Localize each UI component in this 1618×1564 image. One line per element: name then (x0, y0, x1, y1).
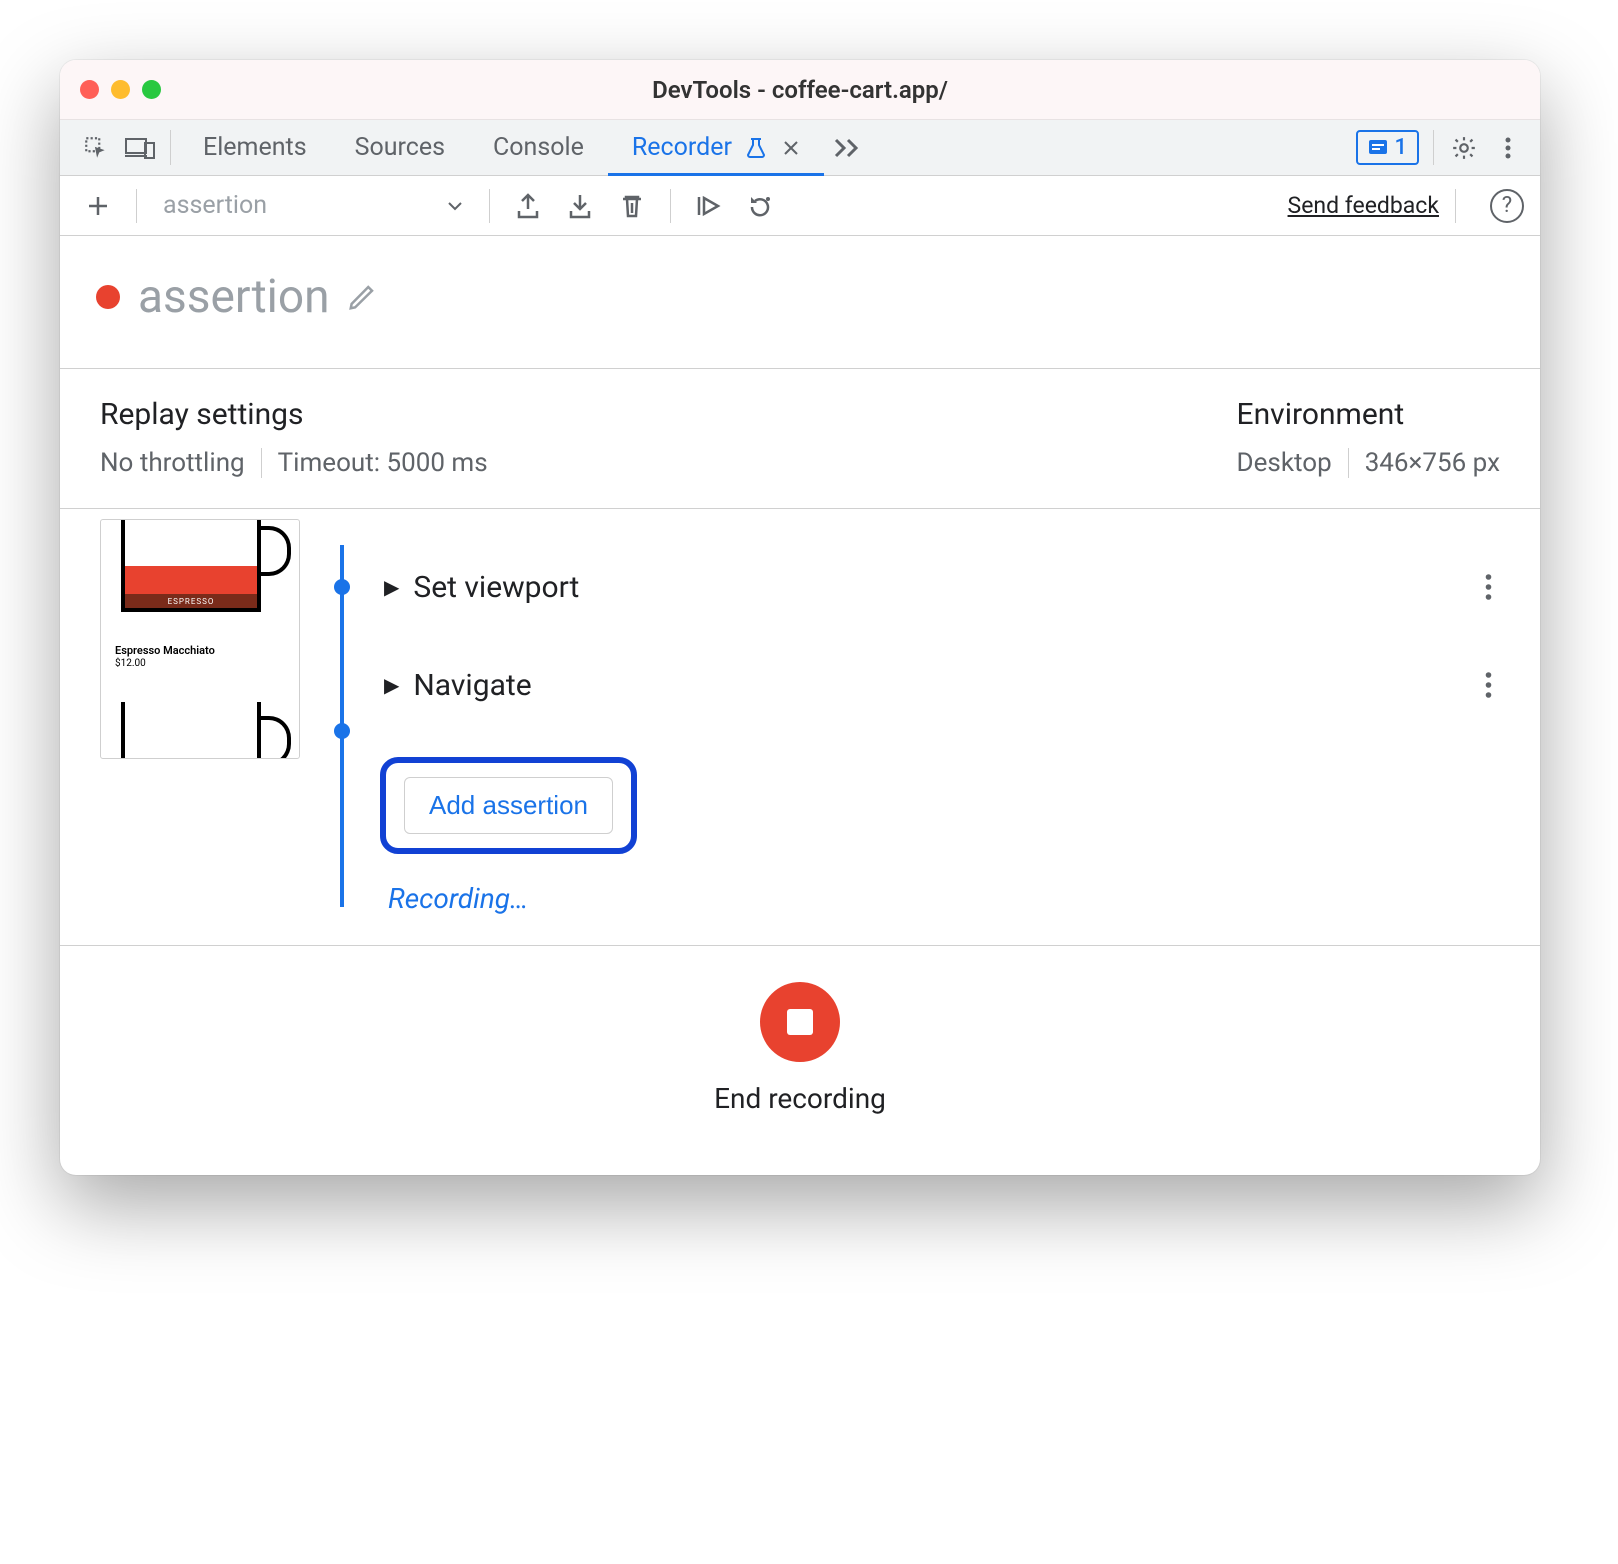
separator (1433, 130, 1434, 165)
replay-settings-heading: Replay settings (100, 397, 488, 432)
footer: End recording (60, 945, 1540, 1175)
separator (170, 130, 171, 165)
help-icon[interactable]: ? (1490, 189, 1524, 223)
step-set-viewport[interactable]: ▶ Set viewport (384, 541, 1500, 633)
tab-recorder[interactable]: Recorder (608, 120, 824, 175)
recording-title-row: assertion (60, 236, 1540, 368)
tab-label: Recorder (632, 133, 732, 162)
delete-icon[interactable] (610, 184, 654, 228)
issues-chip[interactable]: 1 (1356, 130, 1419, 165)
tab-label: Elements (203, 133, 307, 162)
tab-elements[interactable]: Elements (179, 120, 331, 175)
inspect-element-icon[interactable] (74, 120, 118, 175)
chevron-down-icon (447, 200, 463, 212)
recording-indicator-icon (96, 285, 120, 309)
import-icon[interactable] (558, 184, 602, 228)
recorder-toolbar: assertion Send feedbac (60, 176, 1540, 236)
experiment-flask-icon (746, 137, 766, 159)
window-title: DevTools - coffee-cart.app/ (60, 76, 1540, 104)
tab-console[interactable]: Console (469, 120, 608, 175)
step-play-icon[interactable] (687, 184, 731, 228)
environment-heading: Environment (1237, 397, 1500, 432)
step-menu-icon[interactable] (1485, 573, 1500, 601)
titlebar: DevTools - coffee-cart.app/ (60, 60, 1540, 120)
close-tab-icon[interactable] (782, 139, 800, 157)
throttling-value: No throttling (100, 448, 245, 478)
close-window-button[interactable] (80, 80, 99, 99)
settings-bar: Replay settings No throttling Timeout: 5… (60, 368, 1540, 509)
stop-icon (787, 1009, 813, 1035)
tab-sources[interactable]: Sources (331, 120, 469, 175)
timeline-node (334, 723, 350, 739)
end-recording-button[interactable] (760, 982, 840, 1062)
tab-label: Sources (355, 133, 445, 162)
send-feedback-link[interactable]: Send feedback (1288, 192, 1439, 219)
issues-icon (1368, 138, 1388, 158)
device-value: Desktop (1237, 448, 1332, 478)
window-controls (80, 80, 161, 99)
recording-status: Recording… (388, 882, 1500, 915)
timeline-rail (322, 519, 362, 915)
cup-graphic: ESPRESSO (121, 519, 261, 612)
recording-title: assertion (138, 270, 329, 324)
step-label: Set viewport (413, 570, 579, 605)
timeline-node (334, 579, 350, 595)
step-menu-icon[interactable] (1485, 671, 1500, 699)
expand-triangle-icon[interactable]: ▶ (384, 575, 399, 599)
separator (1455, 189, 1456, 223)
add-assertion-button[interactable]: Add assertion (404, 777, 613, 834)
export-icon[interactable] (506, 184, 550, 228)
replay-settings[interactable]: Replay settings No throttling Timeout: 5… (100, 397, 488, 478)
separator (1348, 448, 1349, 478)
tab-strip: Elements Sources Console Recorder (60, 120, 1540, 176)
product-price: $12.00 (115, 658, 146, 669)
recording-selector[interactable]: assertion (153, 186, 473, 226)
separator (489, 189, 490, 223)
devtools-window: DevTools - coffee-cart.app/ Elements Sou… (60, 60, 1540, 1175)
device-toolbar-icon[interactable] (118, 120, 162, 175)
settings-gear-icon[interactable] (1442, 120, 1486, 175)
tab-label: Console (493, 133, 584, 162)
minimize-window-button[interactable] (111, 80, 130, 99)
separator (261, 448, 262, 478)
edit-title-icon[interactable] (347, 282, 377, 312)
separator (136, 189, 137, 223)
timeline: ESPRESSO Espresso Macchiato $12.00 ▶ Set… (60, 509, 1540, 945)
recording-selector-value: assertion (163, 191, 267, 220)
band-text: ESPRESSO (168, 597, 215, 606)
new-recording-button[interactable] (76, 184, 120, 228)
expand-triangle-icon[interactable]: ▶ (384, 673, 399, 697)
cup-graphic (121, 702, 261, 759)
product-name: Espresso Macchiato (115, 644, 215, 657)
environment-settings[interactable]: Environment Desktop 346×756 px (1237, 397, 1500, 478)
fullscreen-window-button[interactable] (142, 80, 161, 99)
replay-icon[interactable] (739, 184, 783, 228)
separator (670, 189, 671, 223)
issues-count: 1 (1394, 135, 1407, 160)
kebab-menu-icon[interactable] (1486, 120, 1530, 175)
viewport-value: 346×756 px (1365, 448, 1500, 478)
screenshot-thumbnail[interactable]: ESPRESSO Espresso Macchiato $12.00 (100, 519, 300, 759)
step-label: Navigate (413, 668, 531, 703)
highlight-frame: Add assertion (380, 757, 637, 854)
more-tabs-icon[interactable] (824, 120, 872, 175)
timeout-value: Timeout: 5000 ms (278, 448, 488, 478)
end-recording-label: End recording (714, 1082, 886, 1115)
step-navigate[interactable]: ▶ Navigate (384, 639, 1500, 731)
